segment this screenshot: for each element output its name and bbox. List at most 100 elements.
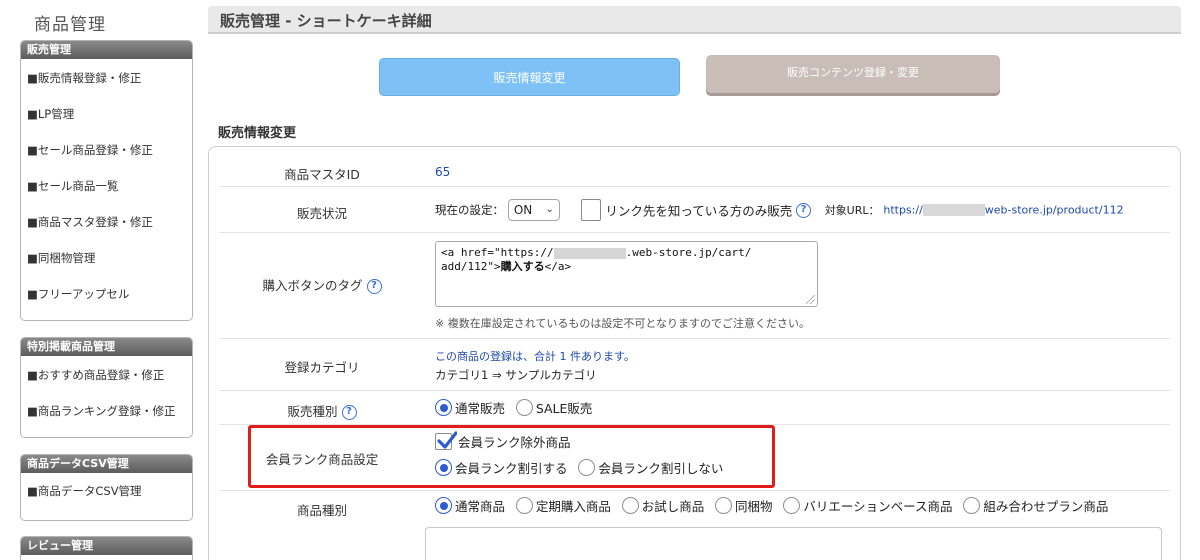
field-label: 購入ボタンのタグ ? <box>219 275 425 294</box>
radio-rank-discount[interactable]: 会員ランク割引する <box>435 458 568 477</box>
help-icon[interactable]: ? <box>341 405 357 420</box>
resize-grip-icon[interactable] <box>806 295 815 304</box>
sidebar-group-header: 特別掲載商品管理 <box>21 338 192 356</box>
category-count: この商品の登録は、合計 1 件あります。 <box>435 350 635 363</box>
checkmark-icon <box>437 430 457 449</box>
member-rank-exclude-checkbox[interactable] <box>435 430 457 450</box>
row-master-id: 商品マスタID 65 <box>219 149 1170 187</box>
radio-label: 会員ランク割引する <box>455 461 568 476</box>
current-setting-label: 現在の設定： <box>435 203 504 217</box>
radio-button[interactable] <box>621 497 639 514</box>
radio-label: 組み合わせプラン商品 <box>983 499 1109 514</box>
code-line2-b: </a> <box>544 260 572 273</box>
radio-label: SALE販売 <box>535 401 593 416</box>
radio-type-subscription[interactable]: 定期購入商品 <box>515 496 611 515</box>
sidebar-item-lp[interactable]: ■LP管理 <box>21 96 192 132</box>
sidebar-item-sales-info[interactable]: ■販売情報登録・修正 <box>21 60 192 96</box>
radio-type-bundled[interactable]: 同梱物 <box>715 496 773 515</box>
field-label: 商品マスタID <box>284 167 360 182</box>
radio-rank-no-discount[interactable]: 会員ランク割引しない <box>578 458 723 477</box>
sidebar-group-featured: 特別掲載商品管理 ■おすすめ商品登録・修正 ■商品ランキング登録・修正 <box>20 337 193 438</box>
select-value: ON <box>513 203 533 217</box>
sidebar: 商品管理 販売管理 ■販売情報登録・修正 ■LP管理 ■セール商品登録・修正 ■… <box>0 0 200 560</box>
row-product-type: 商品種別 通常商品 定期購入商品 お試し商品 同梱物 バリエーションベース商品 … <box>219 491 1170 525</box>
sidebar-item-ranking[interactable]: ■商品ランキング登録・修正 <box>21 393 192 429</box>
masked-url-part <box>922 204 985 216</box>
sidebar-item-product-master[interactable]: ■商品マスタ登録・修正 <box>21 204 192 240</box>
masked-code-part <box>553 247 626 259</box>
sidebar-item-upsell[interactable]: ■フリーアップセル <box>21 276 192 312</box>
radio-button[interactable] <box>963 497 981 514</box>
sale-type-label: 販売種別 <box>287 404 338 419</box>
row-sale-status: 販売状況 現在の設定： ON ⌄ リンク先を知っている方のみ販売 ? 対象URL… <box>219 187 1170 233</box>
page-title: 販売管理 - ショートケーキ詳細 <box>220 12 432 30</box>
row-member-rank: 会員ランク商品設定 会員ランク除外商品 会員ランク割引する 会員ランク割引しない <box>219 425 1170 491</box>
tab-sales-content-edit[interactable]: 販売コンテンツ登録・変更 <box>706 55 1000 93</box>
sidebar-group-header: レビュー管理 <box>21 537 192 555</box>
radio-label: 通常商品 <box>455 499 506 514</box>
radio-label: 通常販売 <box>455 401 506 416</box>
row-button-tag: 購入ボタンのタグ ? <a href="https:// .web-store.j… <box>219 233 1170 339</box>
link-only-checkbox[interactable] <box>581 199 602 221</box>
radio-button[interactable] <box>515 399 533 416</box>
target-url-label: 対象URL： <box>824 204 880 217</box>
main-content: 販売管理 - ショートケーキ詳細 販売情報変更 販売コンテンツ登録・変更 販売情… <box>208 0 1200 560</box>
help-icon[interactable]: ? <box>366 279 382 294</box>
radio-sale-sale[interactable]: SALE販売 <box>515 398 593 417</box>
field-label: 販売種別 ? <box>219 401 425 420</box>
sidebar-group-csv: 商品データCSV管理 ■商品データCSV管理 <box>20 454 193 521</box>
section-title: 販売情報変更 <box>218 126 297 141</box>
master-id-value: 65 <box>435 165 451 179</box>
radio-label: バリエーションベース商品 <box>803 499 953 514</box>
radio-button[interactable] <box>435 459 452 476</box>
radio-button[interactable] <box>783 497 801 514</box>
button-tag-label: 購入ボタンのタグ <box>262 278 363 293</box>
radio-type-variation[interactable]: バリエーションベース商品 <box>783 496 953 515</box>
field-label: 会員ランク商品設定 <box>265 452 379 467</box>
row-sale-type: 販売種別 ? 通常販売 SALE販売 <box>219 391 1170 425</box>
radio-type-combo[interactable]: 組み合わせプラン商品 <box>963 496 1108 515</box>
radio-label: お試し商品 <box>641 499 705 514</box>
field-label: 販売状況 <box>296 206 347 221</box>
code-line2-a: add/112"> <box>441 260 501 273</box>
code-line1-a: <a href="https:// <box>441 246 554 259</box>
radio-type-trial[interactable]: お試し商品 <box>621 496 705 515</box>
field-label: 商品種別 <box>296 503 347 518</box>
member-rank-exclude-label: 会員ランク除外商品 <box>458 434 571 450</box>
page-header: 販売管理 - ショートケーキ詳細 <box>208 6 1181 34</box>
code-line1-b: .web-store.jp/cart/ <box>625 246 752 259</box>
category-path: カテゴリ1 ⇒ サンプルカテゴリ <box>435 368 597 382</box>
code-bold: 購入する <box>500 260 545 273</box>
button-tag-note: ※ 複数在庫設定されているものは設定不可となりますのでご注意ください。 <box>435 317 811 330</box>
tab-sales-info-edit[interactable]: 販売情報変更 <box>379 58 680 96</box>
sidebar-item-sale-products[interactable]: ■セール商品登録・修正 <box>21 132 192 168</box>
chevron-down-icon: ⌄ <box>545 204 554 215</box>
form-panel: 商品マスタID 65 販売状況 現在の設定： ON ⌄ リンク先を知っている方の… <box>208 146 1181 560</box>
radio-button[interactable] <box>435 497 452 514</box>
sidebar-item-sale-list[interactable]: ■セール商品一覧 <box>21 168 192 204</box>
next-field-textarea[interactable] <box>425 527 1162 560</box>
sidebar-group-sales: 販売管理 ■販売情報登録・修正 ■LP管理 ■セール商品登録・修正 ■セール商品… <box>20 40 193 321</box>
sidebar-item-bundled[interactable]: ■同梱物管理 <box>21 240 192 276</box>
sidebar-title: 商品管理 <box>34 15 106 35</box>
target-url-prefix[interactable]: https:// <box>883 204 922 217</box>
sale-status-select[interactable]: ON ⌄ <box>507 199 560 221</box>
target-url-suffix[interactable]: web-store.jp/product/112 <box>985 204 1124 217</box>
radio-button[interactable] <box>515 497 533 514</box>
radio-button[interactable] <box>435 399 452 416</box>
row-category: 登録カテゴリ この商品の登録は、合計 1 件あります。 カテゴリ1 ⇒ サンプル… <box>219 339 1170 391</box>
button-tag-textarea[interactable]: <a href="https:// .web-store.jp/cart/ add… <box>435 241 818 307</box>
sidebar-item-csv[interactable]: ■商品データCSV管理 <box>21 473 192 509</box>
radio-sale-normal[interactable]: 通常販売 <box>435 398 505 417</box>
radio-label: 同梱物 <box>735 499 773 514</box>
radio-button[interactable] <box>578 459 596 476</box>
sidebar-group-header: 商品データCSV管理 <box>21 455 192 473</box>
sidebar-item-recommended[interactable]: ■おすすめ商品登録・修正 <box>21 357 192 393</box>
radio-type-normal[interactable]: 通常商品 <box>435 496 505 515</box>
link-only-label: リンク先を知っている方のみ販売 <box>605 203 793 219</box>
radio-button[interactable] <box>715 497 733 514</box>
radio-label: 会員ランク割引しない <box>598 461 724 476</box>
field-label: 登録カテゴリ <box>284 360 360 375</box>
sidebar-group-review: レビュー管理 <box>20 536 193 560</box>
help-icon[interactable]: ? <box>796 202 812 218</box>
